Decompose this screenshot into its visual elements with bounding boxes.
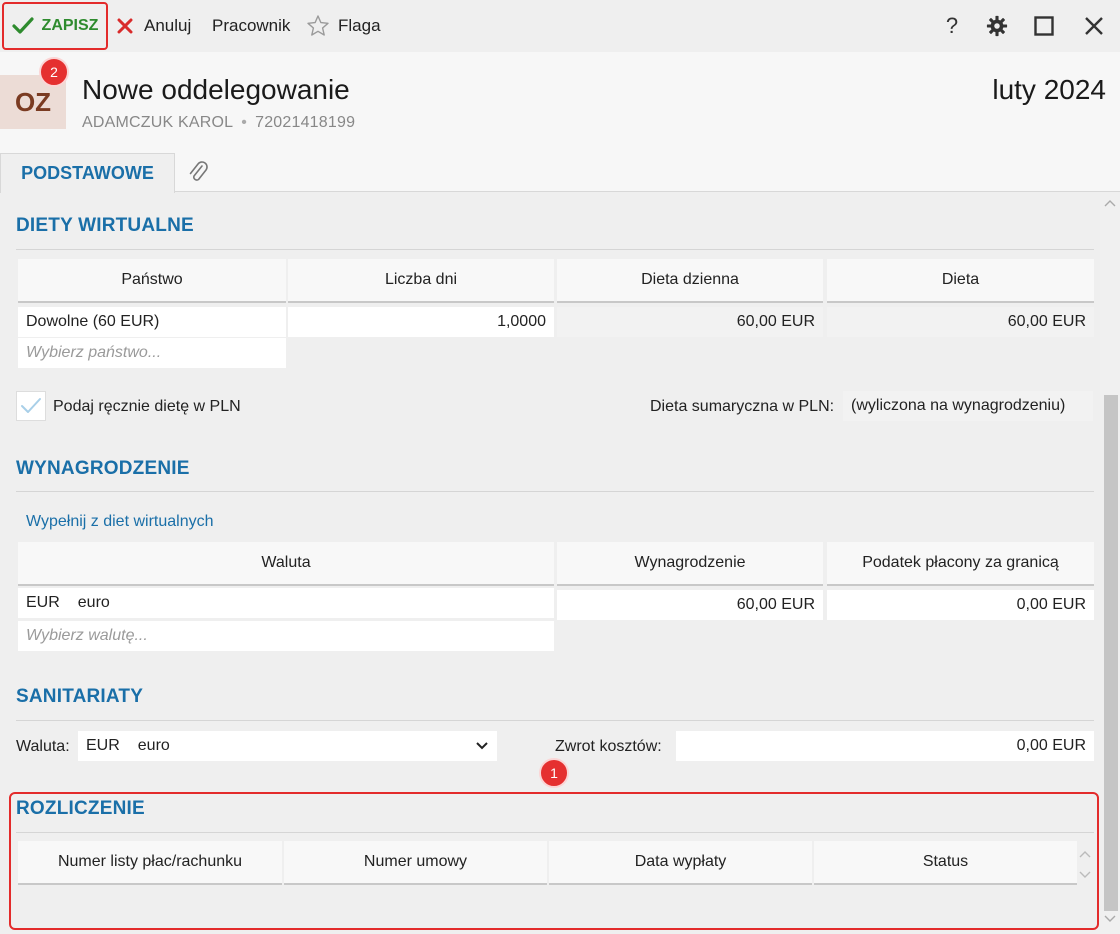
- close-x-icon: [117, 18, 133, 34]
- scroll-up-icon: [1104, 200, 1116, 207]
- employee-name: ADAMCZUK KAROL: [82, 114, 234, 131]
- checkmark-icon: [21, 398, 41, 413]
- vertical-scrollbar[interactable]: [1100, 192, 1120, 934]
- currency-picker-input[interactable]: Wybierz walutę...: [18, 621, 554, 651]
- cost-refund-label: Zwrot kosztów:: [555, 738, 662, 755]
- flag-button[interactable]: Flaga: [306, 0, 381, 52]
- column-header-payroll-number[interactable]: Numer listy płac/rachunku: [18, 841, 282, 885]
- help-button[interactable]: ?: [938, 12, 966, 40]
- annotation-badge-1: 1: [539, 758, 569, 788]
- section-divider: [16, 249, 1094, 250]
- gear-icon: [986, 15, 1008, 37]
- fill-from-allowances-link[interactable]: Wypełnij z diet wirtualnych: [26, 513, 213, 531]
- settings-button[interactable]: [983, 12, 1011, 40]
- currency-name: euro: [77, 594, 110, 611]
- save-button[interactable]: ZAPISZ: [2, 2, 108, 50]
- section-title-rozliczenie: ROZLICZENIE: [16, 798, 145, 819]
- separator-dot: •: [241, 114, 248, 131]
- section-title-sanitariaty: SANITARIATY: [16, 686, 144, 707]
- cancel-button[interactable]: Anuluj: [116, 0, 191, 52]
- document-header: OZ Nowe oddelegowanie ADAMCZUK KAROL • 720…: [0, 52, 1120, 152]
- section-title-diety: DIETY WIRTUALNE: [16, 215, 194, 236]
- column-header-contract-number[interactable]: Numer umowy: [284, 841, 547, 885]
- toolbar: ZAPISZ Anuluj Pracownik Flaga ?: [0, 0, 1120, 52]
- cost-refund-input[interactable]: 0,00 EUR: [676, 731, 1094, 761]
- employee-info: ADAMCZUK KAROL • 72021418199: [82, 114, 355, 132]
- tab-attachments[interactable]: [184, 158, 212, 186]
- worker-button[interactable]: Pracownik: [212, 0, 290, 52]
- tab-bar: PODSTAWOWE: [0, 152, 1120, 193]
- days-cell[interactable]: 1,0000: [288, 307, 554, 337]
- column-header-daily-allowance[interactable]: Dieta dzienna: [557, 259, 823, 303]
- daily-allowance-cell: 60,00 EUR: [557, 307, 823, 337]
- currency-select[interactable]: EUR euro: [78, 731, 497, 761]
- star-icon: [307, 15, 329, 36]
- column-header-days[interactable]: Liczba dni: [288, 259, 554, 303]
- table-scroll-up-icon[interactable]: [1079, 849, 1091, 859]
- country-cell[interactable]: Dowolne (60 EUR): [18, 307, 286, 337]
- section-divider: [16, 720, 1094, 721]
- section-divider: [16, 832, 1094, 833]
- help-icon: ?: [945, 13, 959, 38]
- section-divider: [16, 491, 1094, 492]
- worker-label: Pracownik: [212, 16, 291, 35]
- page-title: Nowe oddelegowanie: [82, 74, 350, 105]
- checkmark-icon: [11, 17, 34, 34]
- flag-label: Flaga: [338, 16, 381, 35]
- scrollbar-thumb[interactable]: [1104, 395, 1118, 911]
- period-label: luty 2024: [992, 74, 1106, 105]
- currency-label: Waluta:: [16, 738, 70, 755]
- manual-allowance-checkbox[interactable]: [16, 391, 46, 421]
- salary-cell[interactable]: 60,00 EUR: [557, 590, 823, 620]
- column-header-payment-date[interactable]: Data wypłaty: [549, 841, 812, 885]
- close-icon: [1085, 17, 1103, 35]
- column-header-currency[interactable]: Waluta: [18, 542, 554, 586]
- summary-allowance-label: Dieta sumaryczna w PLN:: [650, 398, 835, 415]
- select-currency-code: EUR: [86, 737, 120, 754]
- cancel-label: Anuluj: [144, 16, 192, 35]
- section-title-wynagrodzenie: WYNAGRODZENIE: [16, 458, 190, 479]
- country-picker-input[interactable]: Wybierz państwo...: [18, 338, 286, 368]
- column-header-foreign-tax[interactable]: Podatek płacony za granicą: [827, 542, 1094, 586]
- close-window-button[interactable]: [1080, 12, 1108, 40]
- paperclip-icon: [189, 161, 208, 181]
- column-header-allowance[interactable]: Dieta: [827, 259, 1094, 303]
- column-header-salary[interactable]: Wynagrodzenie: [557, 542, 823, 586]
- employee-id: 72021418199: [255, 114, 356, 131]
- select-currency-name: euro: [137, 737, 170, 754]
- column-header-country[interactable]: Państwo: [18, 259, 286, 303]
- manual-allowance-label: Podaj ręcznie dietę w PLN: [53, 398, 241, 415]
- currency-code: EUR: [26, 594, 60, 611]
- maximize-button[interactable]: [1030, 12, 1058, 40]
- maximize-icon: [1034, 16, 1054, 36]
- foreign-tax-cell[interactable]: 0,00 EUR: [827, 590, 1094, 620]
- tab-basic[interactable]: PODSTAWOWE: [0, 153, 175, 193]
- currency-cell[interactable]: EUR euro: [18, 588, 554, 618]
- column-header-status[interactable]: Status: [814, 841, 1077, 885]
- annotation-badge-2: 2: [39, 57, 69, 87]
- allowance-cell: 60,00 EUR: [827, 307, 1094, 337]
- chevron-down-icon: [476, 742, 488, 750]
- summary-allowance-value: (wyliczona na wynagrodzeniu): [843, 391, 1093, 421]
- save-label: ZAPISZ: [41, 17, 99, 34]
- table-scroll-down-icon[interactable]: [1079, 870, 1091, 880]
- scroll-down-icon: [1104, 915, 1116, 922]
